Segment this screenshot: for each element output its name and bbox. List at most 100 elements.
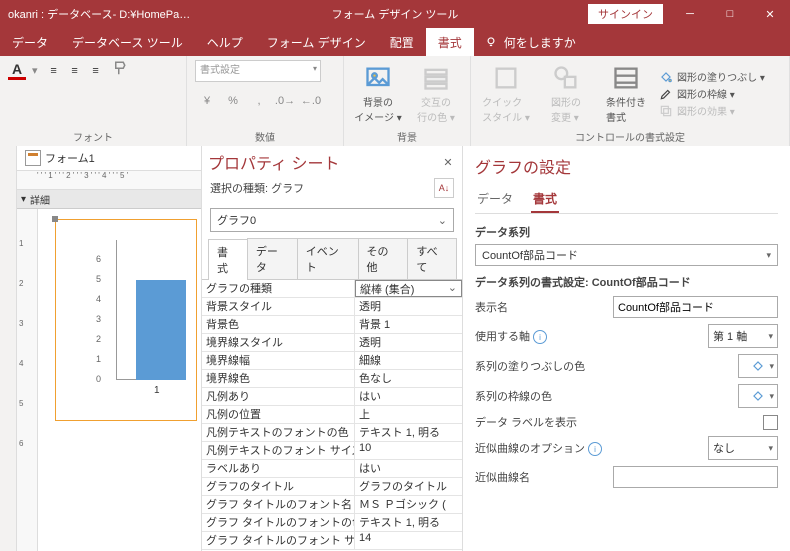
property-row[interactable]: 凡例テキストのフォントの色テキスト 1, 明る [202, 424, 462, 442]
alt-row-color-button: 交互の 行の色 ▾ [410, 64, 462, 124]
property-row[interactable]: グラフ タイトルのフォント サイ14 [202, 532, 462, 550]
info-icon[interactable]: i [533, 330, 547, 344]
property-row[interactable]: 凡例ありはい [202, 388, 462, 406]
property-row[interactable]: 背景スタイル透明 [202, 298, 462, 316]
form-tab[interactable]: フォーム1 [17, 146, 201, 171]
ptab-data[interactable]: データ [247, 238, 298, 279]
series-format-label: データ系列の書式設定: CountOf部品コード [475, 274, 778, 290]
h-ruler: ' ' ' 1 ' ' ' 2 ' ' ' 3 ' ' ' 4 ' ' ' 5 … [17, 171, 201, 190]
property-row[interactable]: グラフ タイトルのフォントの色テキスト 1, 明る [202, 514, 462, 532]
pen-icon [659, 87, 673, 101]
data-label-label: データ ラベルを表示 [475, 414, 605, 430]
bucket-icon [751, 359, 765, 373]
property-grid[interactable]: グラフの種類縦棒 (集合)背景スタイル透明背景色背景 1境界線スタイル透明境界線… [202, 280, 462, 551]
window-title: okanri : データベース- D:¥HomePa… [0, 6, 587, 22]
align-center-button[interactable]: ≡ [65, 61, 85, 81]
ptab-all[interactable]: すべて [407, 238, 457, 279]
selection-type: 選択の種類: グラフ [210, 180, 304, 196]
nav-pane-collapsed[interactable] [0, 146, 17, 551]
series-combo[interactable]: CountOf部品コード [475, 244, 778, 266]
cond-format-button[interactable]: 条件付き 書式 [599, 64, 653, 124]
property-row[interactable]: 背景色背景 1 [202, 316, 462, 334]
display-name-input[interactable] [613, 296, 778, 318]
fill-color-button[interactable] [738, 354, 778, 378]
cp-tab-format[interactable]: 書式 [531, 186, 559, 213]
image-icon [364, 64, 392, 92]
ptab-event[interactable]: イベント [297, 238, 359, 279]
property-row[interactable]: 凡例の位置上 [202, 406, 462, 424]
object-selector[interactable]: グラフ0 [210, 208, 454, 232]
minimize-button[interactable]: ─ [670, 0, 710, 28]
bulb-icon [484, 35, 498, 49]
data-label-checkbox[interactable] [763, 415, 778, 430]
shape-fill-button[interactable]: 図形の塗りつぶし ▾ [659, 69, 765, 84]
context-title: フォーム デザイン ツール [332, 6, 459, 22]
percent-button[interactable]: % [221, 90, 245, 112]
align-left-button[interactable]: ≡ [44, 61, 64, 81]
bg-image-button[interactable]: 背景の イメージ ▾ [352, 64, 404, 124]
collapse-icon: ▾ [21, 194, 26, 205]
property-sheet-close[interactable]: ✕ [440, 154, 456, 170]
currency-button[interactable]: ¥ [195, 90, 219, 112]
chart-bar [136, 280, 186, 380]
sort-az-button[interactable]: A↓ [434, 178, 454, 198]
comma-button[interactable]: , [247, 90, 271, 112]
tab-help[interactable]: ヘルプ [195, 28, 255, 56]
property-row[interactable]: 境界線色色なし [202, 370, 462, 388]
series-section-label: データ系列 [475, 224, 778, 240]
chart-object[interactable]: 0 1 2 3 4 5 6 1 [55, 219, 197, 421]
tab-ext-data[interactable]: データ [0, 28, 60, 56]
property-row[interactable]: グラフのタイトルグラフのタイトル [202, 478, 462, 496]
signin-button[interactable]: サインイン [587, 3, 664, 25]
font-color-button[interactable]: A [8, 61, 26, 80]
axis-combo[interactable]: 第 1 軸 [708, 324, 778, 348]
form-tab-label: フォーム1 [45, 150, 95, 166]
trendline-combo[interactable]: なし [708, 436, 778, 460]
shape-outline-button[interactable]: 図形の枠線 ▾ [659, 86, 765, 101]
property-sheet-pane: プロパティ シート ✕ 選択の種類: グラフ A↓ グラフ0 書式 データ イベ… [202, 146, 463, 551]
format-painter-button[interactable] [112, 60, 130, 81]
property-sheet-title: プロパティ シート [208, 150, 340, 174]
bucket-icon [659, 70, 673, 84]
dec-decimal-button[interactable]: ←.0 [299, 90, 323, 112]
quick-style-button: クイック スタイル ▾ [479, 64, 533, 124]
ribbon-group-bg: 背景 [352, 127, 462, 144]
ptab-other[interactable]: その他 [358, 238, 409, 279]
font-color-dropdown[interactable]: ▾ [32, 64, 38, 77]
v-ruler: 12 34 56 [17, 209, 38, 551]
ribbon-group-ctl: コントロールの書式設定 [479, 127, 781, 144]
property-row[interactable]: 凡例テキストのフォント サイズ10 [202, 442, 462, 460]
tell-me-label: 何をしますか [504, 34, 576, 51]
property-row[interactable]: 境界線スタイル透明 [202, 334, 462, 352]
property-row[interactable]: 境界線幅細線 [202, 352, 462, 370]
bucket-icon [751, 389, 765, 403]
chart-settings-title: グラフの設定 [475, 154, 778, 178]
fill-color-label: 系列の塗りつぶしの色 [475, 358, 605, 374]
info-icon[interactable]: i [588, 442, 602, 456]
maximize-button[interactable]: □ [710, 0, 750, 28]
axis-label: 使用する軸i [475, 328, 605, 345]
tell-me[interactable]: 何をしますか [484, 34, 576, 51]
detail-section-header[interactable]: ▾ 詳細 [17, 190, 201, 209]
ribbon-group-font: フォント [8, 127, 178, 144]
align-right-button[interactable]: ≡ [86, 61, 106, 81]
cp-tab-data[interactable]: データ [475, 186, 515, 213]
chart-settings-pane: グラフの設定 データ 書式 データ系列 CountOf部品コード データ系列の書… [463, 146, 790, 551]
inc-decimal-button[interactable]: .0→ [273, 90, 297, 112]
shape-effect-button: 図形の効果 ▾ [659, 103, 765, 118]
trendline-name-input[interactable] [613, 466, 778, 488]
tab-db-tools[interactable]: データベース ツール [60, 28, 195, 56]
ptab-format[interactable]: 書式 [208, 239, 248, 280]
tab-arrange[interactable]: 配置 [378, 28, 426, 56]
line-color-label: 系列の枠線の色 [475, 388, 605, 404]
property-row[interactable]: ラベルありはい [202, 460, 462, 478]
property-row[interactable]: グラフの種類縦棒 (集合) [202, 280, 462, 298]
tab-format[interactable]: 書式 [426, 28, 474, 56]
close-button[interactable]: ✕ [750, 0, 790, 28]
property-row[interactable]: グラフ タイトルのフォント名ＭＳ Ｐゴシック ( [202, 496, 462, 514]
rows-icon [422, 64, 450, 92]
line-color-button[interactable] [738, 384, 778, 408]
number-format-combo[interactable]: 書式設定 [195, 60, 321, 82]
form-icon [25, 150, 41, 166]
tab-form-design[interactable]: フォーム デザイン [255, 28, 378, 56]
